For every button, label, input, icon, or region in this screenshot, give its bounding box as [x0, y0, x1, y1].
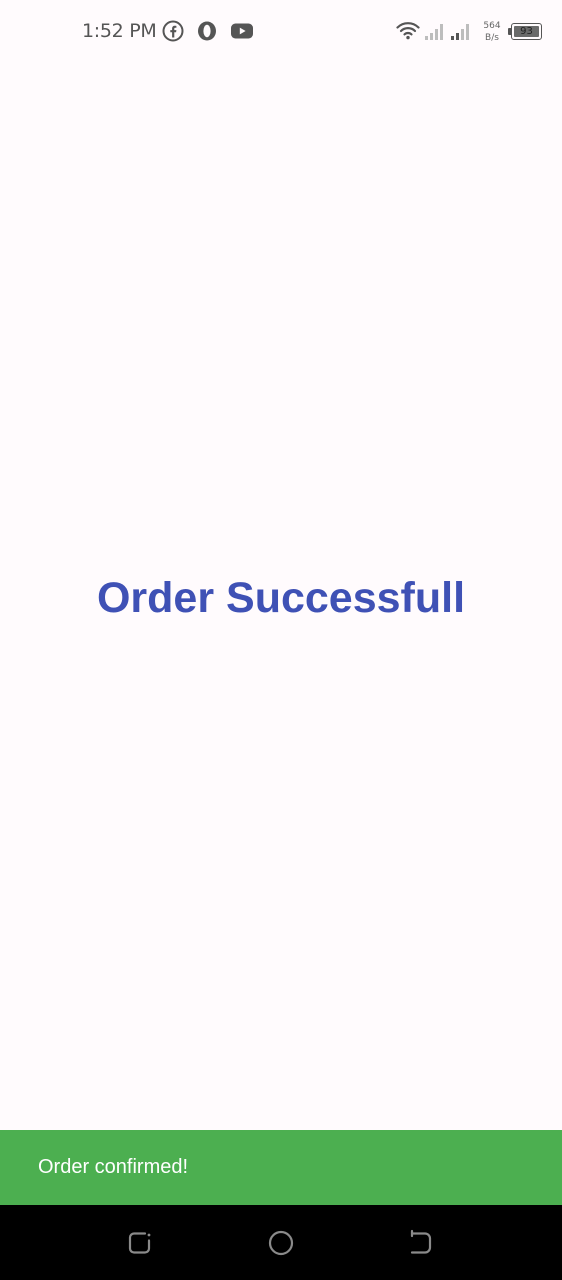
home-icon[interactable]: [267, 1229, 295, 1257]
snackbar-message: Order confirmed!: [38, 1156, 189, 1178]
status-bar: 1:52 PM 564 B/s 93: [0, 0, 562, 62]
signal-strength-sim2-icon: [451, 24, 469, 40]
navigation-bar: [0, 1205, 562, 1280]
status-time: 1:52 PM: [82, 20, 157, 42]
battery-icon: 93: [508, 23, 544, 40]
wifi-icon: [396, 22, 420, 40]
back-icon[interactable]: [407, 1229, 435, 1257]
order-success-title: Order Successfull: [96, 574, 466, 622]
network-speed: 564 B/s: [481, 20, 503, 44]
battery-level: 93: [520, 26, 533, 37]
network-speed-unit: B/s: [485, 33, 499, 43]
opera-icon: [198, 21, 216, 41]
order-success-screen: 1:52 PM 564 B/s 93 Order Successfull Ord…: [0, 0, 562, 1280]
recents-icon[interactable]: [126, 1229, 154, 1257]
snackbar: Order confirmed!: [0, 1130, 562, 1205]
signal-strength-sim1-icon: [425, 24, 443, 40]
youtube-icon: [231, 23, 253, 39]
network-speed-value: 564: [483, 21, 501, 31]
facebook-icon: [162, 20, 184, 42]
